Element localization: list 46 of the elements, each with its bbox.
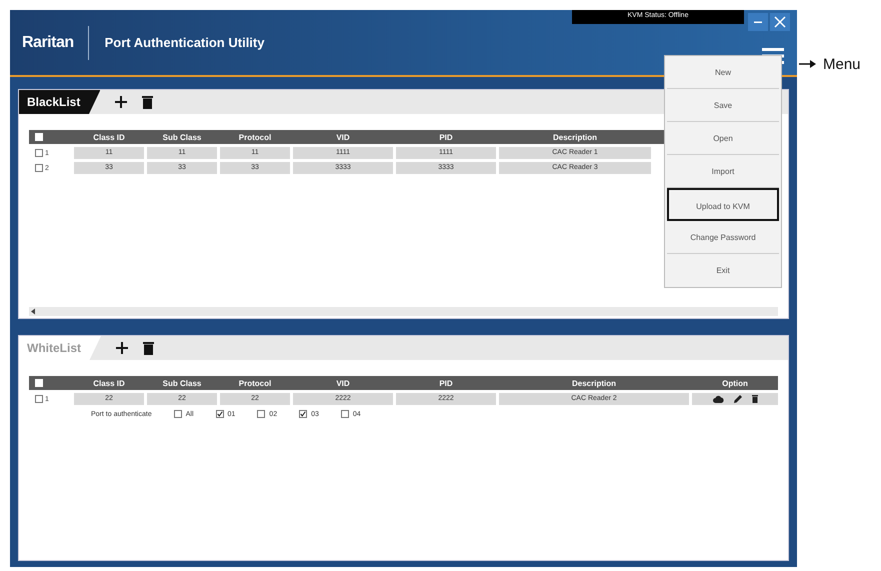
menu-item[interactable]: Upload to KVM: [667, 188, 779, 221]
edit-icon[interactable]: [734, 395, 742, 403]
column-header: Protocol: [238, 132, 272, 142]
column-header: Option: [721, 378, 749, 388]
column-header: Sub Class: [162, 378, 202, 388]
horizontal-scrollbar[interactable]: [29, 307, 778, 316]
column-header: VID: [335, 132, 351, 142]
row-checkbox[interactable]: [35, 395, 43, 403]
select-all-checkbox[interactable]: [35, 379, 43, 387]
trash-icon[interactable]: [143, 341, 154, 355]
column-header: Sub Class: [162, 132, 202, 142]
column-header: Description: [552, 132, 598, 142]
logo: Raritan: [22, 34, 74, 52]
arrow-icon: [799, 59, 817, 69]
column-header: PID: [438, 132, 454, 142]
close-icon: [774, 16, 786, 28]
trash-icon[interactable]: [752, 395, 758, 403]
window-title: Port Authentication Utility: [104, 35, 264, 50]
column-header: VID: [335, 378, 351, 388]
row-checkbox[interactable]: [35, 149, 43, 157]
minimize-button[interactable]: [748, 13, 768, 31]
trash-icon[interactable]: [142, 95, 154, 109]
menu-item[interactable]: Change Password: [667, 221, 779, 254]
menu-item[interactable]: Exit: [667, 254, 779, 287]
column-header: Class ID: [92, 378, 126, 388]
close-button[interactable]: [770, 13, 790, 31]
cloud-icon[interactable]: [712, 395, 724, 403]
menu-item[interactable]: Save: [667, 89, 779, 122]
port-checkbox[interactable]: [257, 410, 266, 418]
add-icon[interactable]: [114, 95, 128, 109]
port-checkbox[interactable]: [174, 410, 182, 418]
add-icon[interactable]: [115, 341, 129, 355]
menu-annotation: Menu: [823, 56, 861, 72]
row-checkbox[interactable]: [35, 164, 43, 172]
column-header: Class ID: [92, 132, 126, 142]
select-all-checkbox[interactable]: [35, 133, 43, 141]
menu-item[interactable]: New: [667, 56, 779, 89]
column-header: Protocol: [238, 378, 272, 388]
column-header: Description: [570, 378, 617, 388]
menu-item[interactable]: Import: [667, 155, 779, 188]
port-checkbox[interactable]: [216, 410, 224, 418]
list-tab[interactable]: BlackList: [19, 90, 100, 114]
port-checkbox[interactable]: [340, 410, 349, 418]
column-header: PID: [438, 378, 454, 388]
menu-item[interactable]: Open: [667, 122, 779, 155]
port-checkbox[interactable]: [299, 410, 308, 418]
